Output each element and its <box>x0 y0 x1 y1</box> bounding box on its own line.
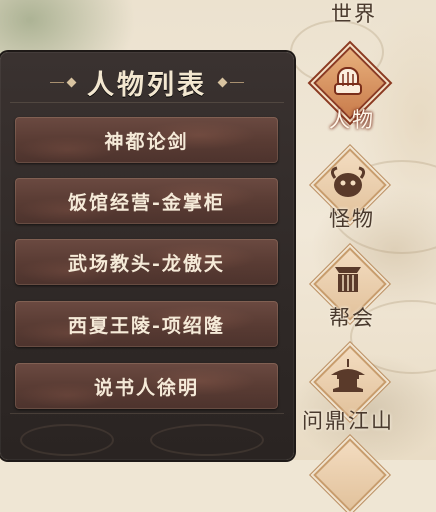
list-item-shendu-lunjian[interactable]: 神都论剑 <box>15 117 278 163</box>
title-ornament-right <box>217 77 244 87</box>
menu-label-character[interactable]: 人物 <box>329 104 375 134</box>
menu-label-world[interactable]: 世界 <box>331 0 377 28</box>
menu-label-conquest[interactable]: 问鼎江山 <box>302 405 394 435</box>
panel-header: 人物列表 <box>0 62 294 102</box>
menu-label-monster[interactable]: 怪物 <box>329 203 375 233</box>
panel-title: 人物列表 <box>87 69 207 101</box>
title-ornament-left <box>50 77 77 87</box>
menu-button-partial[interactable] <box>313 438 387 512</box>
list-item-xixia-xiang[interactable]: 西夏王陵-项绍隆 <box>15 301 278 347</box>
cloud-ornament <box>150 424 264 456</box>
menu-label-guild[interactable]: 帮会 <box>329 302 375 332</box>
list-item-storyteller-xu[interactable]: 说书人徐明 <box>15 363 278 409</box>
cloud-ornament <box>20 424 114 456</box>
list-item-arena-long[interactable]: 武场教头-龙傲天 <box>15 239 278 285</box>
list-item-restaurant-jin[interactable]: 饭馆经营-金掌柜 <box>15 178 278 224</box>
